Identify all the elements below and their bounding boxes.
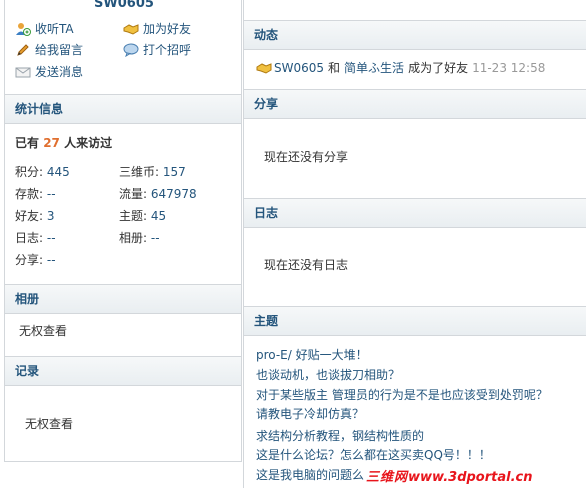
stat-coins: 三维币: 157 — [119, 165, 186, 179]
watermark-url: www.3dportal.cn — [408, 470, 533, 485]
activity-item: SW0605 和 简单ふ生活 成为了好友 11-23 12:58 — [256, 59, 545, 76]
stat-blogs: 日志: -- — [15, 231, 56, 245]
leave-message-button[interactable]: 给我留言 — [15, 41, 83, 59]
album-content: 无权查看 — [19, 324, 68, 338]
topic-link[interactable]: pro-E/ 好贴一大堆！ — [256, 346, 368, 363]
leave-message-label: 给我留言 — [35, 43, 84, 57]
follow-button[interactable]: 收听TA — [15, 20, 74, 38]
stat-albums: 相册: -- — [119, 231, 160, 245]
handshake-icon — [123, 22, 139, 36]
site-watermark: 三维网www.3dportal.cn — [366, 466, 533, 485]
activity-header: 动态 — [244, 20, 586, 50]
share-header: 分享 — [244, 89, 586, 119]
topic-link[interactable]: 对于某些版主 管理员的行为是不是也应该受到处罚呢？ — [256, 386, 548, 403]
add-friend-button[interactable]: 加为好友 — [123, 20, 191, 38]
add-friend-label: 加为好友 — [143, 22, 192, 36]
activity-friend-link[interactable]: 简单ふ生活 — [344, 59, 404, 76]
greet-label: 打个招呼 — [143, 43, 192, 57]
stat-points: 积分: 445 — [15, 165, 70, 179]
activity-user-link[interactable]: SW0605 — [274, 61, 324, 75]
stats-header: 统计信息 — [5, 94, 241, 124]
chat-bubble-icon — [123, 43, 139, 57]
record-content: 无权查看 — [25, 417, 74, 431]
share-content: 现在还没有分享 — [264, 150, 349, 164]
visit-count-line: 已有 27 人来访过 — [15, 134, 112, 151]
stat-deposit: 存款: -- — [15, 187, 56, 201]
topic-link[interactable]: 这是什么论坛？怎么都在这买卖QQ号！！！ — [256, 446, 491, 463]
visit-suffix: 人来访过 — [64, 136, 113, 150]
topic-link[interactable]: 求结构分析教程，钢结构性质的 — [256, 427, 424, 444]
follow-label: 收听TA — [35, 22, 74, 36]
topics-header: 主题 — [244, 306, 586, 336]
activity-action: 成为了好友 — [408, 61, 469, 75]
stat-topics[interactable]: 主题: 45 — [119, 208, 166, 224]
visit-prefix: 已有 — [15, 136, 40, 150]
watermark-cn: 三维网 — [366, 470, 409, 485]
activity-joiner: 和 — [328, 61, 341, 75]
stat-friends[interactable]: 好友: 3 — [15, 208, 55, 224]
blog-content: 现在还没有日志 — [264, 258, 349, 272]
topic-link[interactable]: 请教电子冷却仿真？ — [256, 405, 364, 422]
pencil-icon — [15, 43, 31, 57]
topic-link[interactable]: 这是我电脑的问题么 — [256, 466, 364, 483]
blog-header: 日志 — [244, 198, 586, 228]
main-content: 动态 SW0605 和 简单ふ生活 成为了好友 11-23 12:58 分享 现… — [243, 0, 586, 488]
handshake-icon — [256, 61, 272, 75]
topic-link[interactable]: 也谈动机，也谈拔刀相助？ — [256, 366, 400, 383]
record-header: 记录 — [5, 356, 241, 386]
send-message-label: 发送消息 — [35, 65, 84, 79]
visit-count: 27 — [43, 136, 60, 150]
profile-sidebar: SW0605 收听TA 加为好友 给我留言 打个招呼 发送消息 统计信息 已有 … — [4, 0, 242, 462]
album-header: 相册 — [5, 284, 241, 314]
greet-button[interactable]: 打个招呼 — [123, 41, 191, 59]
follow-user-icon — [15, 22, 31, 36]
stat-traffic: 流量: 647978 — [119, 187, 197, 201]
activity-time: 11-23 12:58 — [472, 60, 546, 75]
envelope-icon — [15, 65, 31, 79]
stat-shares: 分享: -- — [15, 253, 56, 267]
profile-username[interactable]: SW0605 — [5, 0, 243, 11]
send-message-button[interactable]: 发送消息 — [15, 63, 83, 81]
